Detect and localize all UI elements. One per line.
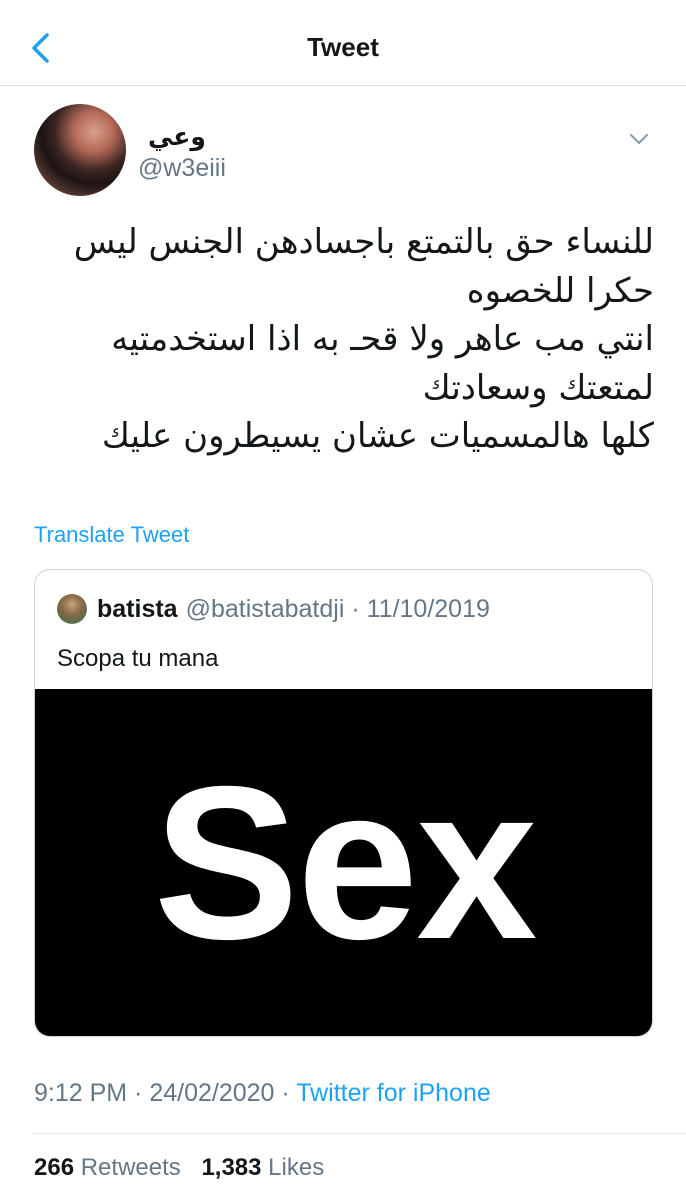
media-text: Sex (153, 741, 538, 985)
quoted-tweet-text: Scopa tu mana (57, 645, 219, 672)
tweet-author: وعي @w3eiii (34, 104, 654, 204)
likes-label: Likes (268, 1154, 325, 1181)
quoted-tweet[interactable]: batista @batistabatdji · 11/10/2019 Scop… (34, 569, 653, 1037)
retweets-label: Retweets (80, 1154, 181, 1181)
tweet-text-line: حكرا للخصوه (466, 270, 654, 311)
likes-stat[interactable]: 1,383 Likes (201, 1154, 324, 1181)
tweet-timestamp: 9:12 PM · 24/02/2020 · Twitter for iPhon… (34, 1079, 491, 1108)
page-title: Tweet (307, 32, 379, 62)
author-handle[interactable]: @w3eiii (138, 154, 226, 183)
tweet-source-link[interactable]: Twitter for iPhone (296, 1079, 491, 1107)
likes-count: 1,383 (201, 1154, 262, 1181)
translate-tweet-link[interactable]: Translate Tweet (34, 522, 189, 548)
author-name[interactable]: وعي (148, 122, 206, 152)
tweet-text-line: كلها هالمسميات عشان يسيطرون عليك (101, 416, 654, 456)
chevron-down-icon (630, 134, 648, 144)
tweet-text-line: للنساء حق بالتمتع باجسادهن الجنس ليس (73, 222, 654, 262)
retweets-stat[interactable]: 266 Retweets (34, 1154, 181, 1181)
quoted-tweet-header: batista @batistabatdji · 11/10/2019 (57, 592, 490, 626)
quoted-tweet-media[interactable]: Sex (35, 689, 652, 1036)
tweet-text: للنساء حق بالتمتع باجسادهن الجنس ليس حكر… (34, 218, 654, 461)
quoted-author-avatar (57, 594, 87, 624)
tweet-menu-button[interactable] (624, 124, 654, 154)
timestamp-text: 9:12 PM · 24/02/2020 · (34, 1079, 297, 1107)
quoted-author-name: batista (97, 594, 178, 623)
retweets-count: 266 (34, 1154, 75, 1181)
tweet-stats: 266 Retweets 1,383 Likes (34, 1154, 338, 1182)
author-avatar[interactable] (34, 104, 126, 196)
quoted-author-meta: @batistabatdji · 11/10/2019 (185, 594, 490, 623)
divider (34, 1133, 686, 1134)
tweet-text-line: انتي مب عاهر ولا قحـ به اذا استخدمتيه (111, 319, 654, 359)
top-navigation-bar: Tweet (0, 0, 686, 86)
tweet-text-line: لمتعتك وسعادتك (422, 367, 654, 408)
